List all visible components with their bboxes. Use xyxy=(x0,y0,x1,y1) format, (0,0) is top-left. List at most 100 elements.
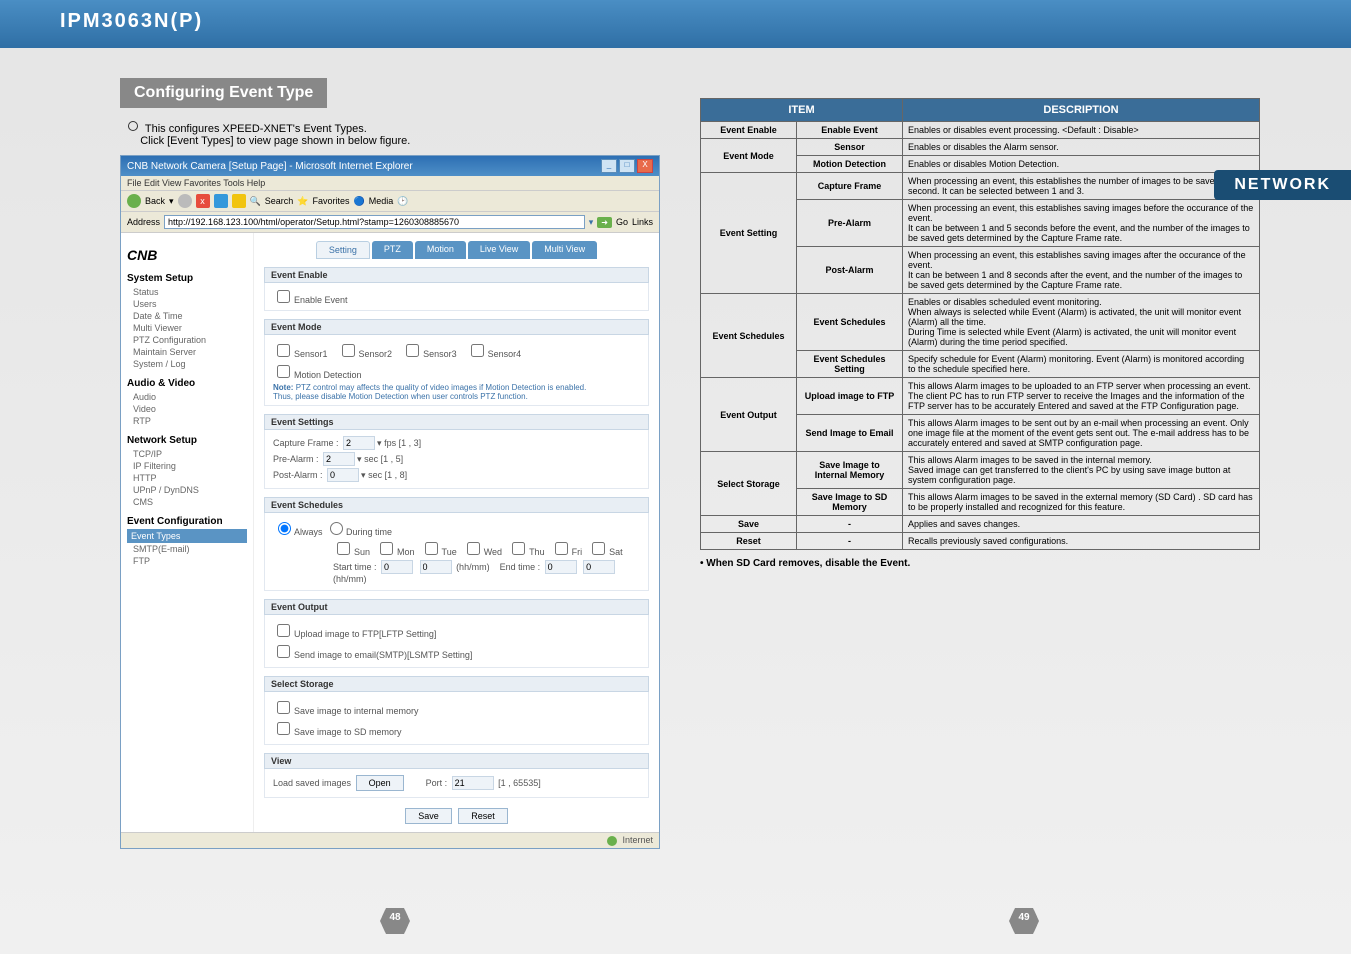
section-title: Configuring Event Type xyxy=(120,78,327,108)
table-desc-cell: Enables or disables event processing. <D… xyxy=(903,122,1260,139)
enable-event-checkbox[interactable] xyxy=(277,290,290,303)
open-button[interactable]: Open xyxy=(356,775,404,791)
sidebar-item[interactable]: System / Log xyxy=(127,358,247,370)
sidebar-group-title: Event Configuration xyxy=(127,516,247,527)
always-radio[interactable] xyxy=(278,522,291,535)
description-table: ITEM DESCRIPTION Event EnableEnable Even… xyxy=(700,98,1260,550)
sensor-checkbox[interactable] xyxy=(471,344,484,357)
sidebar-item[interactable]: UPnP / DynDNS xyxy=(127,484,247,496)
table-sub-cell: Save Image to Internal Memory xyxy=(797,452,903,489)
table-item-cell: Select Storage xyxy=(701,452,797,516)
table-desc-cell: Enables or disables scheduled event moni… xyxy=(903,294,1260,351)
table-sub-cell: Pre-Alarm xyxy=(797,200,903,247)
sidebar-item[interactable]: Audio xyxy=(127,391,247,403)
motion-detection-checkbox[interactable] xyxy=(277,365,290,378)
day-checkbox[interactable] xyxy=(337,542,350,555)
day-checkbox[interactable] xyxy=(512,542,525,555)
event-enable-head: Event Enable xyxy=(264,267,649,283)
table-sub-cell: Event Schedules Setting xyxy=(797,351,903,378)
sidebar-item[interactable]: Multi Viewer xyxy=(127,322,247,334)
table-sub-cell: Enable Event xyxy=(797,122,903,139)
table-item-cell: Save xyxy=(701,516,797,533)
refresh-icon[interactable] xyxy=(214,194,228,208)
address-bar: Address http://192.168.123.100/html/oper… xyxy=(121,212,659,233)
view-head: View xyxy=(264,753,649,769)
sidebar-item[interactable]: TCP/IP xyxy=(127,448,247,460)
sidebar-item[interactable]: Video xyxy=(127,403,247,415)
forward-icon[interactable] xyxy=(178,194,192,208)
day-checkbox[interactable] xyxy=(380,542,393,555)
sidebar-item[interactable]: Users xyxy=(127,298,247,310)
table-row: Select StorageSave Image to Internal Mem… xyxy=(701,452,1260,489)
capture-frame-input[interactable] xyxy=(343,436,375,450)
day-checkbox[interactable] xyxy=(467,542,480,555)
sidebar-item[interactable]: Date & Time xyxy=(127,310,247,322)
sidebar-item[interactable]: SMTP(E-mail) xyxy=(127,543,247,555)
end-mm[interactable] xyxy=(583,560,615,574)
save-button[interactable]: Save xyxy=(405,808,452,824)
browser-statusbar: Internet xyxy=(121,832,659,848)
day-checkbox[interactable] xyxy=(425,542,438,555)
save-sd-checkbox[interactable] xyxy=(277,722,290,735)
tab[interactable]: Multi View xyxy=(532,241,597,259)
minimize-icon[interactable]: _ xyxy=(601,159,617,173)
reset-button[interactable]: Reset xyxy=(458,808,508,824)
sensor-checkbox[interactable] xyxy=(342,344,355,357)
event-output-head: Event Output xyxy=(264,599,649,615)
start-hh[interactable] xyxy=(381,560,413,574)
sensor-checkbox[interactable] xyxy=(277,344,290,357)
sidebar-item[interactable]: Maintain Server xyxy=(127,346,247,358)
during-radio[interactable] xyxy=(330,522,343,535)
table-row: Reset-Recalls previously saved configura… xyxy=(701,533,1260,550)
home-icon[interactable] xyxy=(232,194,246,208)
table-desc-cell: When processing an event, this establish… xyxy=(903,200,1260,247)
pre-alarm-input[interactable] xyxy=(323,452,355,466)
tab[interactable]: Live View xyxy=(468,241,530,259)
col-item: ITEM xyxy=(701,99,903,122)
internet-icon xyxy=(607,836,617,846)
stop-icon[interactable]: x xyxy=(196,194,210,208)
table-sub-cell: Sensor xyxy=(797,139,903,156)
event-schedules-head: Event Schedules xyxy=(264,497,649,513)
sensor-checkbox[interactable] xyxy=(406,344,419,357)
page-number-left: 48 xyxy=(380,908,410,934)
address-input[interactable]: http://192.168.123.100/html/operator/Set… xyxy=(164,215,585,229)
table-desc-cell: Applies and saves changes. xyxy=(903,516,1260,533)
post-alarm-input[interactable] xyxy=(327,468,359,482)
save-internal-checkbox[interactable] xyxy=(277,701,290,714)
table-row: Event OutputUpload image to FTPThis allo… xyxy=(701,378,1260,415)
table-desc-cell: Enables or disables Motion Detection. xyxy=(903,156,1260,173)
sidebar-item[interactable]: FTP xyxy=(127,555,247,567)
go-button[interactable]: ➜ xyxy=(597,217,612,228)
close-icon[interactable]: X xyxy=(637,159,653,173)
send-smtp-checkbox[interactable] xyxy=(277,645,290,658)
table-desc-cell: Specify schedule for Event (Alarm) monit… xyxy=(903,351,1260,378)
back-icon[interactable] xyxy=(127,194,141,208)
sidebar-item[interactable]: IP Filtering xyxy=(127,460,247,472)
start-mm[interactable] xyxy=(420,560,452,574)
tab[interactable]: Setting xyxy=(316,241,370,259)
sidebar-item[interactable]: CMS xyxy=(127,496,247,508)
day-checkbox[interactable] xyxy=(555,542,568,555)
browser-window: CNB Network Camera [Setup Page] - Micros… xyxy=(120,155,660,849)
tab[interactable]: Motion xyxy=(415,241,466,259)
browser-toolbar: Back ▾ x 🔍Search ⭐Favorites 🔵Media 🕑 xyxy=(121,190,659,212)
table-desc-cell: Enables or disables the Alarm sensor. xyxy=(903,139,1260,156)
port-input[interactable] xyxy=(452,776,494,790)
end-hh[interactable] xyxy=(545,560,577,574)
sidebar-item[interactable]: HTTP xyxy=(127,472,247,484)
sidebar-item[interactable]: Event Types xyxy=(127,529,247,543)
browser-menu[interactable]: File Edit View Favorites Tools Help xyxy=(121,176,659,190)
table-sub-cell: Motion Detection xyxy=(797,156,903,173)
sidebar-item[interactable]: PTZ Configuration xyxy=(127,334,247,346)
table-sub-cell: - xyxy=(797,533,903,550)
tab[interactable]: PTZ xyxy=(372,241,413,259)
sidebar-item[interactable]: Status xyxy=(127,286,247,298)
table-desc-cell: This allows Alarm images to be saved in … xyxy=(903,452,1260,489)
maximize-icon[interactable]: □ xyxy=(619,159,635,173)
header-bar: IPM3063N(P) xyxy=(0,0,1351,48)
event-mode-head: Event Mode xyxy=(264,319,649,335)
day-checkbox[interactable] xyxy=(592,542,605,555)
upload-ftp-checkbox[interactable] xyxy=(277,624,290,637)
sidebar-item[interactable]: RTP xyxy=(127,415,247,427)
